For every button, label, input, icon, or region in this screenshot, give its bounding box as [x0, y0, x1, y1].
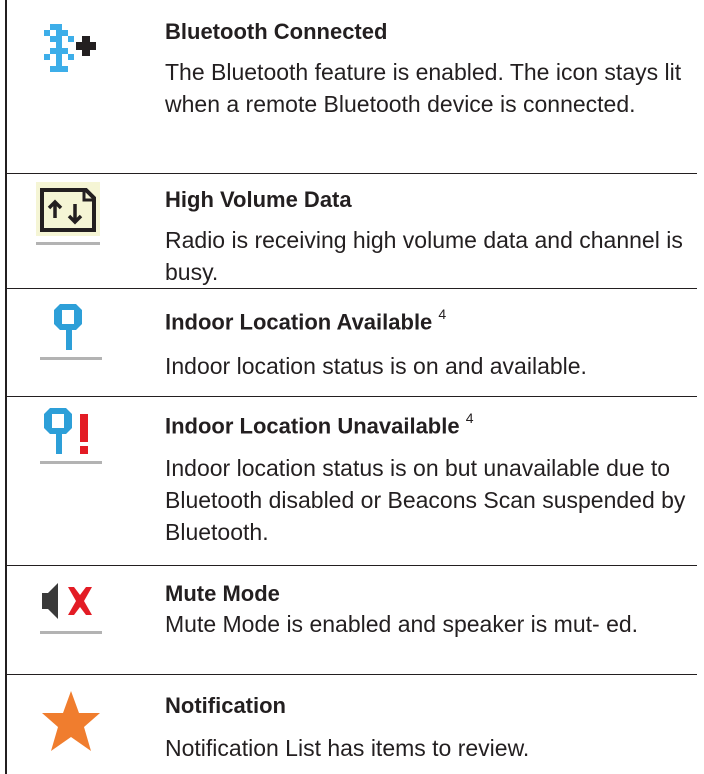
item-title: Indoor Location Unavailable [165, 413, 460, 439]
indoor-location-unavailable-icon [20, 404, 120, 484]
row-divider [5, 565, 697, 566]
item-title: Indoor Location Available [165, 309, 433, 335]
item-description: The Bluetooth feature is enabled. The ic… [165, 59, 682, 117]
row-divider [5, 396, 697, 397]
item-title: Mute Mode [165, 581, 280, 606]
page-left-rule [5, 0, 7, 774]
item-title-row: Indoor Location Unavailable 4 [165, 406, 695, 440]
item-description: Mute Mode is enabled and speaker is mut-… [165, 611, 639, 637]
item-description: Radio is receiving high volume data and … [165, 227, 683, 285]
row-divider [5, 173, 697, 174]
item-title: Bluetooth Connected [165, 19, 388, 44]
footnote-marker: 4 [438, 306, 447, 322]
row-divider [5, 674, 697, 675]
bluetooth-connected-icon [20, 10, 120, 90]
footnote-marker: 4 [465, 410, 474, 426]
high-volume-data-icon [20, 178, 120, 258]
item-description: Indoor location status is on but unavail… [165, 455, 686, 546]
item-description: Indoor location status is on and availab… [165, 353, 587, 380]
item-title: High Volume Data [165, 187, 352, 212]
item-title-row: Indoor Location Available 4 [165, 302, 695, 336]
item-title: Notification [165, 693, 286, 718]
notification-star-icon [20, 685, 120, 765]
item-description: Notification List has items to review. [165, 735, 530, 761]
mute-mode-icon [20, 575, 120, 655]
indoor-location-available-icon [20, 300, 120, 380]
row-divider [5, 288, 697, 289]
